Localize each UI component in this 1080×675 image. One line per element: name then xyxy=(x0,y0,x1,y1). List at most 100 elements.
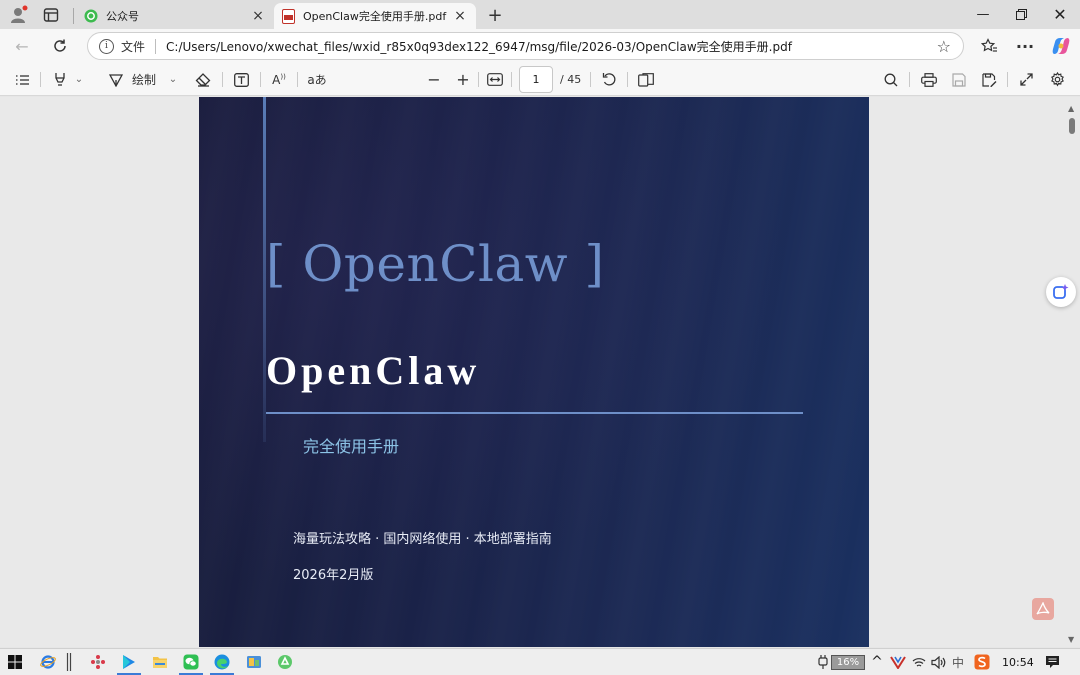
volume-button[interactable] xyxy=(930,653,946,671)
url-text[interactable]: C:/Users/Lenovo/xwechat_files/wxid_r85x0… xyxy=(166,38,792,55)
refresh-button[interactable] xyxy=(46,33,74,59)
taskbar-clock[interactable]: 10:54 xyxy=(1002,656,1034,669)
eraser-button[interactable] xyxy=(192,67,214,92)
document-subtitle: 完全使用手册 xyxy=(303,437,400,456)
taskbar-file-explorer[interactable] xyxy=(148,651,172,673)
favorite-star-icon[interactable]: ☆ xyxy=(937,37,951,56)
scroll-up-icon[interactable]: ▲ xyxy=(1068,104,1074,113)
copilot-button[interactable] xyxy=(1047,33,1075,59)
taskbar-recycle[interactable] xyxy=(273,651,297,673)
address-bar[interactable]: i 文件 C:/Users/Lenovo/xwechat_files/wxid_… xyxy=(87,32,964,60)
taskbar-grip-icon xyxy=(66,653,72,671)
tab-strip: 公众号 × OpenClaw完全使用手册.pdf × + — ✕ xyxy=(0,0,1080,29)
sogou-s-icon xyxy=(974,654,990,670)
zoom-in-button[interactable]: + xyxy=(452,67,474,92)
ime-label: 中 xyxy=(951,655,964,670)
fit-width-icon xyxy=(487,73,503,86)
back-button[interactable]: ← xyxy=(8,33,36,59)
favorites-list-icon xyxy=(980,38,997,52)
show-hidden-icons-button[interactable]: ^ xyxy=(870,653,884,671)
taskbar-app-dots[interactable] xyxy=(86,651,110,673)
pdf-viewer[interactable]: [ OpenClaw ] OpenClaw 完全使用手册 海量玩法攻略 · 国内… xyxy=(0,97,1080,647)
wechat-icon xyxy=(183,654,199,670)
taskbar-wechat[interactable] xyxy=(179,651,203,675)
profile-icon xyxy=(11,5,28,23)
taskbar-ie[interactable] xyxy=(36,651,60,673)
draw-pen-button[interactable] xyxy=(106,67,126,92)
document-edition: 2026年2月版 xyxy=(293,568,374,583)
close-window-button[interactable]: ✕ xyxy=(1040,0,1080,29)
scroll-thumb[interactable] xyxy=(1069,118,1075,134)
security-app-icon xyxy=(890,656,906,669)
acrobat-icon[interactable] xyxy=(1032,598,1054,620)
tray-app-icon[interactable] xyxy=(889,653,907,671)
tab-title: OpenClaw完全使用手册.pdf xyxy=(303,10,447,23)
save-as-button[interactable] xyxy=(978,67,1000,92)
internet-explorer-icon xyxy=(40,655,56,669)
navigation-bar: ← i 文件 C:/Users/Lenovo/xwechat_files/wxi… xyxy=(0,29,1080,63)
start-button[interactable] xyxy=(3,651,27,673)
highlight-button[interactable] xyxy=(48,67,72,92)
bracket-title: [ OpenClaw ] xyxy=(266,235,605,293)
more-options-button[interactable]: ··· xyxy=(1011,33,1039,59)
taskbar-gallery[interactable] xyxy=(242,651,266,673)
taskbar-edge[interactable] xyxy=(210,651,234,675)
close-icon: ✕ xyxy=(1053,5,1067,24)
favorites-button[interactable] xyxy=(975,33,1003,59)
tab-title: 公众号 xyxy=(106,10,139,23)
text-box-icon xyxy=(233,72,249,87)
settings-button[interactable] xyxy=(1046,67,1068,92)
minus-icon: − xyxy=(427,70,441,89)
site-info-icon[interactable]: i xyxy=(99,38,114,54)
title-divider xyxy=(266,412,803,414)
search-icon xyxy=(884,73,898,86)
minimize-button[interactable]: — xyxy=(963,0,1003,29)
page-view-icon xyxy=(638,72,654,87)
network-button[interactable] xyxy=(911,653,927,671)
expand-button[interactable] xyxy=(1015,67,1037,92)
draw-dropdown[interactable]: ⌄ xyxy=(166,67,180,92)
printer-icon xyxy=(921,72,937,87)
ime-indicator[interactable]: 中 xyxy=(950,653,966,671)
new-tab-button[interactable]: + xyxy=(482,3,508,27)
notification-center-button[interactable] xyxy=(1043,653,1061,671)
restore-button[interactable] xyxy=(1001,0,1041,29)
read-aloud-button[interactable]: A)) xyxy=(268,67,290,92)
highlight-dropdown[interactable]: ⌄ xyxy=(72,67,86,92)
draw-button[interactable]: 绘制 xyxy=(128,67,160,92)
print-button[interactable] xyxy=(918,67,940,92)
tab-pdf[interactable]: OpenClaw完全使用手册.pdf × xyxy=(274,3,476,29)
tab-gongzhonghao[interactable]: 公众号 × xyxy=(76,3,274,29)
taskbar-player[interactable] xyxy=(117,651,141,675)
tab-actions-button[interactable] xyxy=(38,3,64,27)
zoom-out-button[interactable]: − xyxy=(423,67,445,92)
scroll-down-icon[interactable]: ▼ xyxy=(1068,635,1074,644)
chevron-down-icon: ⌄ xyxy=(74,74,84,85)
contents-button[interactable] xyxy=(10,67,34,92)
vertical-scrollbar[interactable]: ▲ ▼ xyxy=(1067,104,1077,644)
edge-browser-icon xyxy=(214,654,230,670)
page-number-input[interactable]: 1 xyxy=(519,66,553,93)
profile-button[interactable] xyxy=(6,3,32,27)
close-tab-icon[interactable]: × xyxy=(452,8,468,24)
copilot-sidebar-button[interactable] xyxy=(1046,277,1076,307)
translate-button[interactable]: aあ xyxy=(304,67,330,92)
rotate-button[interactable] xyxy=(598,67,620,92)
scheme-label: 文件 xyxy=(121,39,146,54)
close-tab-icon[interactable]: × xyxy=(250,8,266,24)
windows-logo-icon xyxy=(8,655,22,669)
fit-to-width-button[interactable] xyxy=(484,67,506,92)
eraser-icon xyxy=(195,72,211,87)
add-text-button[interactable] xyxy=(230,67,252,92)
chevron-up-icon: ^ xyxy=(871,654,883,670)
copilot-icon xyxy=(1052,38,1070,54)
page-view-button[interactable] xyxy=(635,67,657,92)
find-button[interactable] xyxy=(880,67,902,92)
power-plug-icon[interactable] xyxy=(816,653,830,671)
back-arrow-icon: ← xyxy=(15,36,29,56)
battery-indicator[interactable]: 16% xyxy=(831,655,865,670)
sogou-input-button[interactable] xyxy=(973,653,991,671)
save-button[interactable] xyxy=(948,67,970,92)
copilot-compose-icon xyxy=(1053,284,1069,299)
read-aloud-icon: A)) xyxy=(272,72,286,87)
